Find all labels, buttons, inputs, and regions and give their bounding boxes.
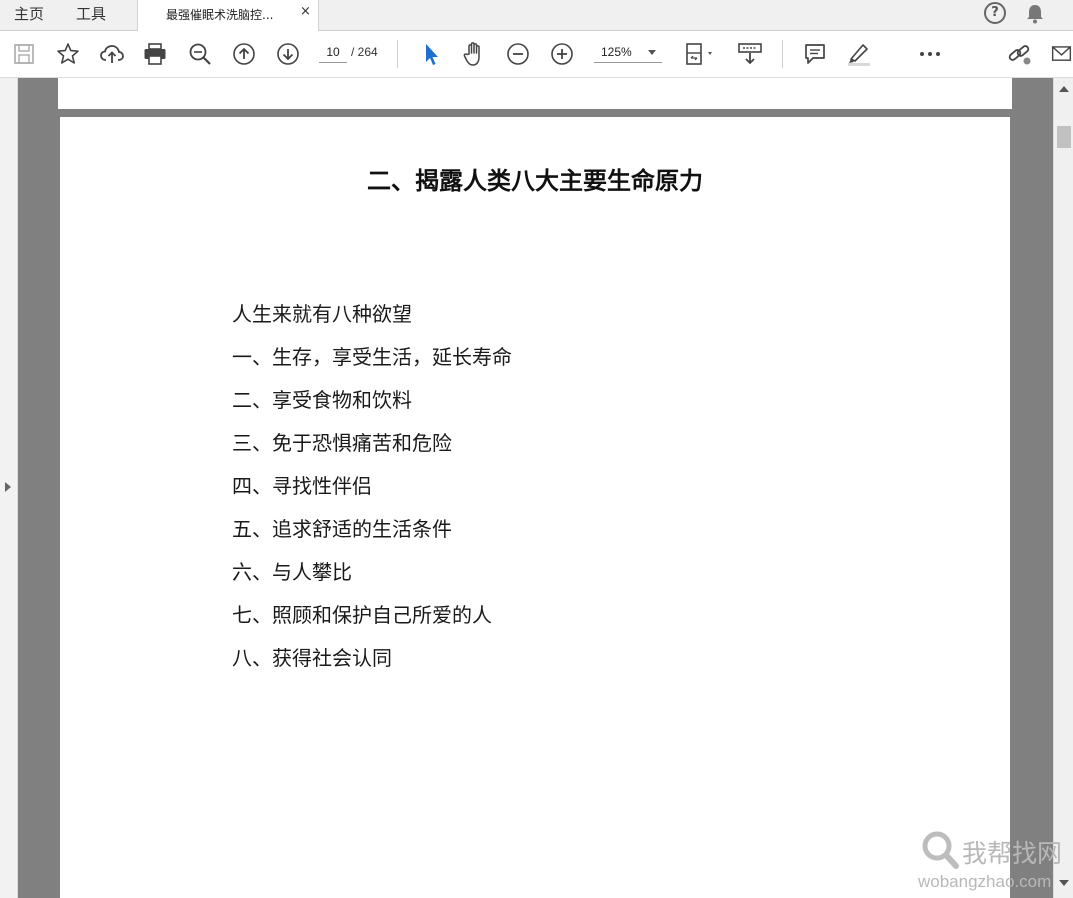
watermark-name: 我帮找网 (962, 839, 1063, 868)
previous-page-sheet (58, 78, 1012, 109)
zoom-out-icon[interactable] (505, 41, 531, 67)
notification-bell-icon[interactable] (1026, 4, 1044, 28)
email-icon[interactable] (1050, 41, 1073, 67)
text-line: 四、寻找性伴侣 (232, 474, 372, 498)
magnifier-logo-icon (922, 831, 959, 869)
watermark-url: wobangzhao.com (918, 872, 1052, 891)
scroll-up-icon[interactable] (1059, 86, 1069, 92)
close-tab-icon[interactable]: × (300, 4, 311, 19)
tab-document[interactable]: 最强催眠术洗脑控... × (137, 0, 319, 31)
left-panel-toggle[interactable] (0, 78, 18, 898)
tab-tools[interactable]: 工具 (76, 3, 106, 24)
next-page-icon[interactable] (275, 41, 301, 67)
toolbar: / 264 125% (0, 31, 1073, 78)
zoom-in-icon[interactable] (549, 41, 575, 67)
text-line: 五、追求舒适的生活条件 (232, 517, 452, 541)
zoom-search-icon[interactable] (187, 41, 213, 67)
text-line: 七、照顾和保护自己所爱的人 (232, 603, 492, 627)
scroll-thumb[interactable] (1057, 126, 1071, 148)
share-link-icon[interactable] (1007, 41, 1033, 67)
page-heading: 二、揭露人类八大主要生命原力 (367, 166, 703, 195)
vertical-scrollbar[interactable] (1053, 78, 1073, 898)
expand-arrow-icon (5, 482, 11, 492)
bookmark-star-icon[interactable] (55, 41, 81, 67)
text-line: 一、生存，享受生活，延长寿命 (232, 345, 512, 369)
scroll-mode-icon[interactable] (737, 41, 763, 67)
zoom-select[interactable]: 125% (594, 42, 662, 63)
page-fit-icon[interactable] (684, 41, 718, 67)
hand-tool-icon[interactable] (461, 41, 487, 67)
more-options-icon[interactable] (917, 41, 943, 67)
current-page-sheet: 二、揭露人类八大主要生命原力 人生来就有八种欲望 一、生存，享受生活，延长寿命 … (60, 117, 1010, 898)
page-total-label: / 264 (351, 45, 378, 59)
select-cursor-icon[interactable] (418, 41, 444, 67)
previous-page-icon[interactable] (231, 41, 257, 67)
zoom-value: 125% (601, 45, 632, 59)
document-viewer[interactable]: 二、揭露人类八大主要生命原力 人生来就有八种欲望 一、生存，享受生活，延长寿命 … (18, 78, 1053, 898)
chevron-down-icon (648, 50, 656, 55)
toolbar-divider (397, 40, 398, 68)
text-line: 三、免于恐惧痛苦和危险 (232, 431, 452, 455)
upload-cloud-icon[interactable] (99, 41, 125, 67)
help-icon[interactable]: ? (984, 2, 1006, 24)
print-icon[interactable] (142, 41, 168, 67)
comment-icon[interactable] (802, 41, 828, 67)
save-icon[interactable] (11, 41, 37, 67)
text-line: 二、享受食物和饮料 (232, 388, 412, 412)
text-line: 人生来就有八种欲望 (232, 302, 412, 326)
page-number-input[interactable] (319, 42, 347, 63)
text-line: 六、与人攀比 (232, 560, 352, 584)
tab-home[interactable]: 主页 (14, 3, 44, 24)
tab-bar: 主页 工具 最强催眠术洗脑控... × ? (0, 0, 1073, 31)
toolbar-divider (782, 40, 783, 68)
document-tab-title: 最强催眠术洗脑控... (166, 8, 274, 22)
highlight-pen-icon[interactable] (846, 41, 872, 67)
text-line: 八、获得社会认同 (232, 646, 392, 670)
watermark: 我帮找网 wobangzhao.com (918, 826, 1068, 896)
